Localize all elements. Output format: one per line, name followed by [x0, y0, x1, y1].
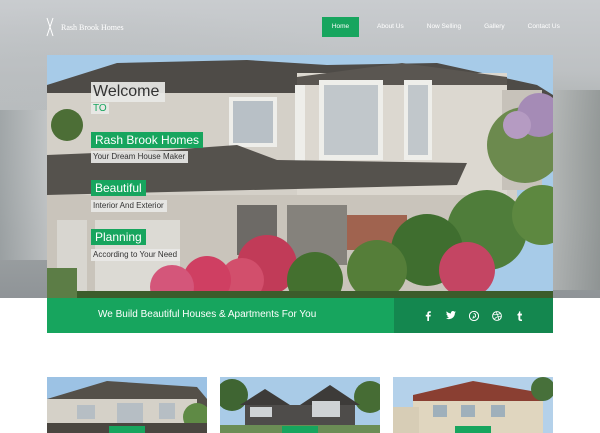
nav-about-us[interactable]: About Us [367, 17, 414, 37]
nav-home[interactable]: Home [322, 17, 359, 37]
tagline-banner: We Build Beautiful Houses & Apartments F… [47, 298, 553, 333]
hero-welcome-heading: Welcome [91, 82, 165, 102]
hero-to-label: TO [91, 103, 109, 114]
hero-caption-title: Rash Brook Homes [91, 132, 204, 148]
twitter-icon[interactable] [445, 311, 456, 321]
nav-gallery[interactable]: Gallery [474, 17, 515, 37]
nav-contact-us[interactable]: Contact Us [518, 17, 570, 37]
hero-caption-subtitle: Interior And Exterior [91, 200, 167, 212]
hero-caption-subtitle: Your Dream House Maker [91, 151, 189, 163]
hero-caption-title: Planning [91, 229, 146, 245]
thumbnail-button[interactable] [282, 426, 318, 433]
tumblr-icon[interactable] [515, 310, 525, 321]
thumbnail-button[interactable] [109, 426, 145, 433]
banner-tagline: We Build Beautiful Houses & Apartments F… [98, 309, 317, 320]
logo-text: Rash Brook Homes [61, 22, 124, 32]
nav-now-selling[interactable]: Now Selling [417, 17, 471, 37]
thumbnail-button[interactable] [455, 426, 491, 433]
facebook-icon[interactable] [423, 310, 433, 321]
hero-caption-title: Beautiful [91, 180, 146, 196]
dribbble-icon[interactable] [491, 310, 502, 321]
social-links [394, 298, 553, 333]
hero-caption-subtitle: According to Your Need [91, 249, 181, 261]
property-thumbnail[interactable] [393, 377, 553, 433]
main-nav: Home About Us Now Selling Gallery Contac… [322, 17, 573, 37]
site-header: Rash Brook Homes Home About Us Now Selli… [0, 0, 600, 55]
property-thumbnail[interactable] [220, 377, 380, 433]
pinterest-icon[interactable] [468, 310, 479, 321]
property-thumbnail[interactable] [47, 377, 207, 433]
logo-icon [45, 17, 55, 37]
logo[interactable]: Rash Brook Homes [45, 17, 124, 37]
